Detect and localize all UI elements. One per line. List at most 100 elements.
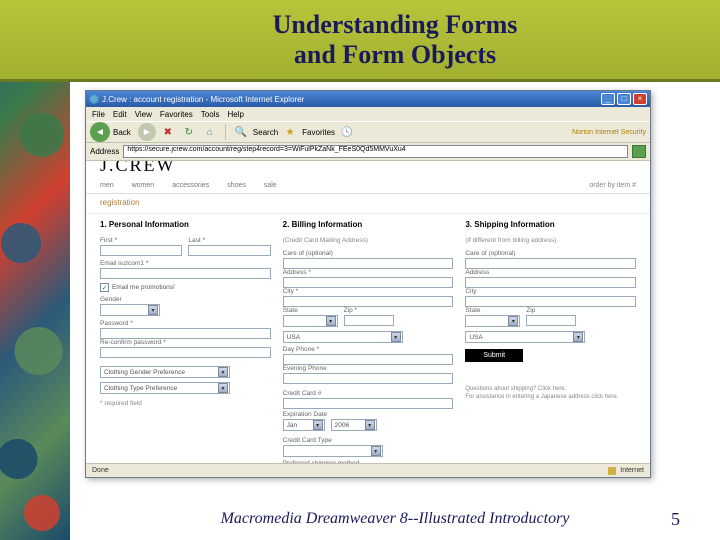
ship-state-label: State	[465, 307, 520, 314]
city-label: City	[283, 288, 454, 295]
menu-view[interactable]: View	[135, 110, 152, 119]
cc-label: Credit Card #	[283, 390, 454, 397]
maximize-button[interactable]: □	[617, 93, 631, 105]
gender-select[interactable]: ▾	[100, 304, 160, 316]
ship-address-input[interactable]	[465, 277, 636, 288]
slide-title-band: Understanding Formsand Form Objects	[0, 0, 720, 82]
col2-note: (Credit Card Mailing Address)	[283, 237, 454, 244]
shipping-questions: Questions about shipping? Click here. Fo…	[465, 386, 636, 402]
back-label: Back	[113, 128, 131, 137]
cctype-select[interactable]: ▾	[283, 445, 383, 457]
go-button[interactable]	[632, 145, 646, 158]
first-input[interactable]	[100, 245, 182, 256]
stop-button[interactable]: ✖	[159, 123, 177, 141]
dayphone-label: Day Phone	[283, 346, 454, 353]
catnav-women[interactable]: women	[132, 182, 155, 189]
address-bar: Address https://secure.jcrew.com/account…	[86, 143, 650, 161]
ship-careof-input[interactable]	[465, 258, 636, 269]
close-button[interactable]: ×	[633, 93, 647, 105]
chevron-down-icon: ▾	[218, 383, 228, 393]
menu-favorites[interactable]: Favorites	[160, 110, 193, 119]
chevron-down-icon: ▾	[218, 367, 228, 377]
search-icon[interactable]: 🔍	[232, 123, 250, 141]
chevron-down-icon: ▾	[573, 332, 583, 342]
bill-country-select[interactable]: USA▾	[283, 331, 403, 343]
ship-city-input[interactable]	[465, 296, 636, 307]
ship-careof-label: Care of (optional)	[465, 250, 636, 257]
cc-input[interactable]	[283, 398, 454, 409]
norton-label: Norton Internet Security	[572, 129, 646, 136]
address-input[interactable]: https://secure.jcrew.com/account/reg/ste…	[123, 145, 628, 158]
menu-help[interactable]: Help	[227, 110, 243, 119]
bill-state-select[interactable]: ▾	[283, 315, 338, 327]
forward-button[interactable]: ►	[138, 123, 156, 141]
reconfirm-input[interactable]	[100, 347, 271, 358]
home-button[interactable]: ⌂	[201, 123, 219, 141]
jcrew-logo[interactable]: J.CREW	[100, 161, 636, 176]
evephone-label: Evening Phone	[283, 365, 454, 372]
slide-title: Understanding Formsand Form Objects	[273, 10, 518, 70]
menu-tools[interactable]: Tools	[201, 110, 220, 119]
type-pref-select[interactable]: Clothing Type Preference▾	[100, 382, 230, 394]
catnav-sale[interactable]: sale	[264, 182, 277, 189]
chevron-down-icon: ▾	[326, 316, 336, 326]
exp-month-select[interactable]: Jan▾	[283, 419, 325, 431]
careof-label: Care of (optional)	[283, 250, 454, 257]
col3-note: (if different from billing address)	[465, 237, 636, 244]
dayphone-input[interactable]	[283, 354, 454, 365]
minimize-button[interactable]: _	[601, 93, 615, 105]
catnav-shoes[interactable]: shoes	[227, 182, 246, 189]
search-label[interactable]: Search	[253, 128, 278, 137]
status-bar: Done Internet	[86, 463, 650, 477]
ship-city-label: City	[465, 288, 636, 295]
menu-edit[interactable]: Edit	[113, 110, 127, 119]
ship-state-select[interactable]: ▾	[465, 315, 520, 327]
window-title: J.Crew : account registration - Microsof…	[102, 95, 601, 104]
history-button[interactable]: 🕓	[338, 123, 356, 141]
address-label: Address	[90, 147, 119, 156]
ship-zip-input[interactable]	[526, 315, 576, 326]
password-input[interactable]	[100, 328, 271, 339]
status-left: Done	[92, 467, 109, 474]
page-number: 5	[671, 509, 680, 530]
ship-addr-label: Address	[465, 269, 636, 276]
promo-label: Email me promotions!	[112, 284, 175, 291]
favorites-label[interactable]: Favorites	[302, 128, 335, 137]
cctype-label: Credit Card Type	[283, 437, 454, 444]
exp-year-select[interactable]: 2006▾	[331, 419, 377, 431]
email-input[interactable]	[100, 268, 271, 279]
menu-file[interactable]: File	[92, 110, 105, 119]
col-personal: 1. Personal Information First Last Email…	[100, 220, 271, 463]
order-by-item[interactable]: order by item #	[589, 182, 636, 189]
col-billing: 2. Billing Information (Credit Card Mail…	[283, 220, 454, 463]
registration-heading: registration	[86, 194, 650, 214]
bill-address-input[interactable]	[283, 277, 454, 288]
window-titlebar: J.Crew : account registration - Microsof…	[86, 91, 650, 107]
required-note: * required field	[100, 400, 271, 407]
exp-label: Expiration Date	[283, 411, 454, 418]
reconfirm-label: Re-confirm password	[100, 339, 271, 346]
chevron-down-icon: ▾	[371, 446, 381, 456]
bill-zip-input[interactable]	[344, 315, 394, 326]
promo-checkbox[interactable]: ✓	[100, 283, 109, 292]
last-input[interactable]	[188, 245, 270, 256]
category-nav: men women accessories shoes sale order b…	[86, 179, 650, 194]
password-label: Password	[100, 320, 271, 327]
catnav-accessories[interactable]: accessories	[172, 182, 209, 189]
favorites-icon[interactable]: ★	[281, 123, 299, 141]
addr-label: Address	[283, 269, 454, 276]
page-content: HELP ORDER STATUS YOUR ACCOUNT STORE LOC…	[86, 161, 650, 463]
ship-country-select[interactable]: USA▾	[465, 331, 585, 343]
bill-careof-input[interactable]	[283, 258, 454, 269]
gender-pref-select[interactable]: Clothing Gender Preference▾	[100, 366, 230, 378]
col3-heading: 3. Shipping Information	[465, 220, 636, 229]
catnav-men[interactable]: men	[100, 182, 114, 189]
evephone-input[interactable]	[283, 373, 454, 384]
first-label: First	[100, 237, 182, 244]
bill-city-input[interactable]	[283, 296, 454, 307]
col2-heading: 2. Billing Information	[283, 220, 454, 229]
refresh-button[interactable]: ↻	[180, 123, 198, 141]
lock-icon	[608, 467, 616, 475]
back-button[interactable]: ◄	[90, 122, 110, 142]
submit-button[interactable]: Submit	[465, 349, 523, 362]
